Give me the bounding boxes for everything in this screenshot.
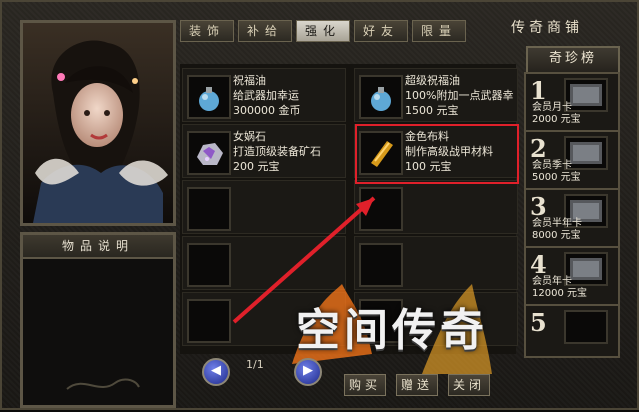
item-price: 300000 金币: [233, 104, 301, 117]
ore-icon: [187, 131, 231, 175]
item-desc: 打造顶级装备矿石: [233, 145, 321, 158]
item-price: 100 元宝: [405, 160, 452, 173]
tab-enhance[interactable]: 强化: [296, 20, 350, 42]
item-price: 200 元宝: [233, 160, 280, 173]
tab-supply[interactable]: 补给: [238, 20, 292, 42]
tab-decor[interactable]: 装饰: [180, 20, 234, 42]
rank-item[interactable]: 1 会员月卡 2000 元宝: [524, 72, 620, 132]
rank-number: 5: [530, 308, 547, 337]
empty-item-slot[interactable]: [182, 180, 346, 234]
rank-item-name: 会员季卡: [532, 160, 572, 171]
rank-number: 1: [530, 76, 547, 105]
page-indicator: 1/1: [246, 358, 264, 371]
rank-number: 3: [530, 192, 547, 221]
item-desc: 给武器加幸运: [233, 89, 299, 102]
rank-item[interactable]: 2 会员季卡 5000 元宝: [524, 130, 620, 190]
item-name: 女娲石: [233, 130, 266, 143]
empty-icon: [359, 299, 403, 343]
tab-limited[interactable]: 限量: [412, 20, 466, 42]
empty-item-slot[interactable]: [182, 236, 346, 290]
blue-potion-icon: [359, 75, 403, 119]
blue-potion-icon: [187, 75, 231, 119]
empty-icon: [187, 187, 231, 231]
item-desc: 制作高级战甲材料: [405, 145, 493, 158]
rank-item-price: 5000 元宝: [532, 172, 581, 183]
item-slot[interactable]: 女娲石 打造顶级装备矿石 200 元宝: [182, 124, 346, 178]
item-name: 超级祝福油: [405, 74, 460, 87]
empty-icon: [187, 299, 231, 343]
empty-item-slot[interactable]: [354, 292, 518, 346]
description-title: 物品说明: [23, 235, 173, 259]
rank-item[interactable]: 3 会员半年卡 8000 元宝: [524, 188, 620, 248]
item-name: 金色布料: [405, 130, 449, 143]
item-price: 1500 元宝: [405, 104, 459, 117]
rank-title: 奇珍榜: [526, 46, 620, 74]
previous-page-button[interactable]: ◀: [202, 358, 230, 386]
empty-icon: [187, 243, 231, 287]
rank-item[interactable]: 5: [524, 304, 620, 358]
cloth-icon: [359, 131, 403, 175]
shop-window: 物品说明 装饰 补给 强化 好友 限量 传奇商铺 奇珍榜 祝福油 给武器加幸运 …: [0, 0, 639, 410]
rank-item[interactable]: 4 会员年卡 12000 元宝: [524, 246, 620, 306]
gift-button[interactable]: 赠送: [396, 374, 438, 396]
empty-icon: [359, 187, 403, 231]
empty-card-icon: [564, 310, 608, 344]
shop-title: 传奇商铺: [511, 20, 583, 36]
item-slot[interactable]: 祝福油 给武器加幸运 300000 金币: [182, 68, 346, 122]
item-name: 祝福油: [233, 74, 266, 87]
rank-item-name: 会员月卡: [532, 102, 572, 113]
empty-item-slot[interactable]: [354, 236, 518, 290]
buy-button[interactable]: 购买: [344, 374, 386, 396]
rank-number: 2: [530, 134, 547, 163]
item-desc: 100%附加一点武器幸: [405, 89, 514, 102]
decorative-ornament-icon: [66, 378, 140, 390]
rank-item-price: 2000 元宝: [532, 114, 581, 125]
character-portrait: [20, 20, 176, 226]
rank-number: 4: [530, 250, 547, 279]
next-page-button[interactable]: ▶: [294, 358, 322, 386]
close-button[interactable]: 关闭: [448, 374, 490, 396]
item-description-panel: 物品说明: [20, 232, 176, 408]
rank-item-name: 会员半年卡: [532, 218, 582, 229]
item-slot[interactable]: 超级祝福油 100%附加一点武器幸 1500 元宝: [354, 68, 518, 122]
rank-item-name: 会员年卡: [532, 276, 572, 287]
rank-item-price: 12000 元宝: [532, 288, 587, 299]
empty-item-slot[interactable]: [182, 292, 346, 346]
item-slot[interactable]: 金色布料 制作高级战甲材料 100 元宝: [354, 124, 518, 178]
empty-item-slot[interactable]: [354, 180, 518, 234]
tab-friends[interactable]: 好友: [354, 20, 408, 42]
empty-icon: [359, 243, 403, 287]
rank-item-price: 8000 元宝: [532, 230, 581, 241]
